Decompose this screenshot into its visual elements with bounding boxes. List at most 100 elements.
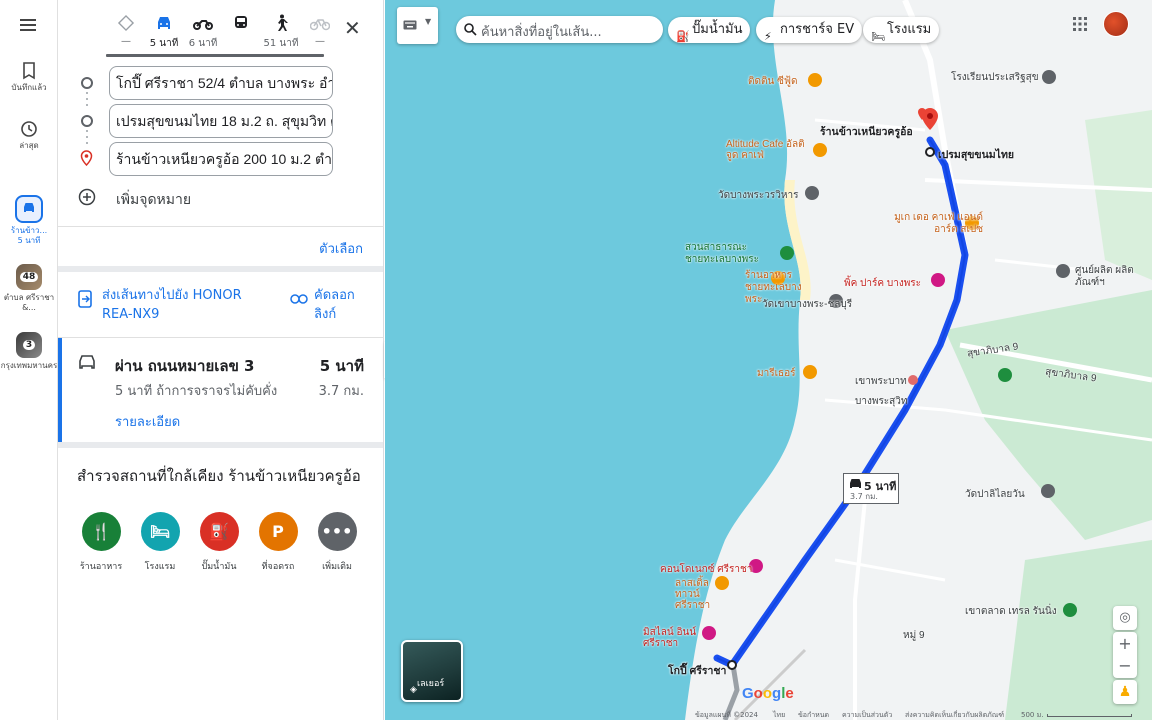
rail-item-label: ร้านข้าว... bbox=[10, 226, 48, 235]
destination-pin-icon bbox=[80, 150, 93, 166]
map-label-temple1[interactable]: วัดบางพระวรวิหาร bbox=[718, 188, 798, 203]
waypoint-input[interactable]: เปรมสุขขนมไทย 18 ม.2 ถ. สุขุมวิท ตำ bbox=[109, 104, 333, 138]
origin-marker[interactable] bbox=[727, 660, 737, 670]
chip-hotels[interactable]: 🛏 โรงแรม bbox=[863, 17, 940, 43]
map-label-mucafe[interactable]: มูเก เดอ คาเฟ่ แอนด์ อาร์ต สเปซ bbox=[883, 212, 983, 236]
explore-parking[interactable]: P ที่จอดรถ bbox=[248, 512, 308, 573]
layers-button[interactable]: ◈ เลเยอร์ bbox=[401, 640, 463, 702]
terms-link[interactable]: ข้อกำหนด bbox=[798, 710, 829, 720]
route-option[interactable]: ผ่าน ถนนหมายเลข 3 5 นาที 5 นาที ถ้าการจร… bbox=[58, 338, 383, 442]
rail-item-active-route[interactable]: ร้านข้าว... 5 นาที bbox=[0, 195, 58, 246]
parking-icon: P bbox=[258, 512, 298, 551]
send-to-phone-link[interactable]: ส่งเส้นทางไปยัง HONOR REA-NX9 bbox=[102, 286, 252, 324]
add-destination-button[interactable]: เพิ่มจุดหมาย bbox=[78, 188, 191, 210]
map-label-hotel[interactable]: มิสไลน์ อินน์ ศรีราชา bbox=[643, 627, 703, 649]
route-details-link[interactable]: รายละเอียด bbox=[115, 411, 180, 432]
car-icon bbox=[158, 17, 170, 29]
apps-button[interactable] bbox=[1072, 16, 1088, 36]
explore-hotels[interactable]: 🛏 โรงแรม bbox=[130, 512, 190, 573]
add-circle-icon bbox=[78, 188, 96, 206]
route-time-callout[interactable]: 5 นาที 3.7 กม. bbox=[843, 473, 899, 504]
route-distance: 3.7 กม. bbox=[318, 384, 364, 399]
section-divider bbox=[58, 266, 383, 272]
map-label-altitude[interactable]: Altitude Cafe อัลติจูด คาเฟ่ bbox=[726, 139, 816, 161]
rail-item-label: ตำบล ศรีราชา &... bbox=[3, 293, 55, 312]
recent-label: ล่าสุด bbox=[19, 141, 39, 150]
map-label-khaotalad[interactable]: เขาตลาด เทรล รันนิ่ง bbox=[965, 604, 1057, 619]
car-icon bbox=[850, 479, 861, 488]
scale-label[interactable]: 500 ม. bbox=[1021, 710, 1043, 720]
explore-more[interactable]: ••• เพิ่มเติม bbox=[307, 512, 367, 573]
map-label-castle[interactable]: ลาสเติ้ล ทาวน์ ศรีราชา bbox=[675, 578, 730, 611]
mode-best[interactable]: — bbox=[106, 12, 146, 47]
gas-station-icon: ⛽ bbox=[199, 512, 239, 551]
my-location-button[interactable]: ◎ bbox=[1113, 606, 1137, 630]
destination-row: ร้านข้าวเหนียวครูอ้อ 200 10 ม.2 ตำบล bbox=[58, 142, 383, 176]
rail-item-bangkok[interactable]: 3 กรุงเทพมหานคร bbox=[0, 332, 58, 371]
options-link[interactable]: ตัวเลือก bbox=[319, 238, 363, 259]
waypoint-marker[interactable] bbox=[925, 147, 935, 157]
street-view-button[interactable]: ♟ bbox=[1113, 680, 1137, 704]
waypoint-row: เปรมสุขขนมไทย 18 ม.2 ถ. สุขุมวิท ตำ bbox=[58, 104, 383, 138]
zoom-in-button[interactable]: + bbox=[1113, 632, 1137, 655]
hotel-icon: 🛏 bbox=[871, 30, 885, 43]
chip-ev-charging[interactable]: ⚡ การชาร์จ EV bbox=[756, 17, 863, 43]
map-label-pink-park[interactable]: พิ้ค ปาร์ค บางพระ bbox=[844, 276, 921, 291]
map-label-destination[interactable]: ร้านข้าวเหนียวครูอ้อ bbox=[820, 123, 913, 140]
mode-transit[interactable] bbox=[221, 12, 261, 36]
train-icon bbox=[235, 16, 247, 28]
map-label-temple3[interactable]: วัดปาลิไลยวัน bbox=[965, 487, 1025, 502]
input-tools-button[interactable]: ▼ bbox=[397, 7, 438, 44]
privacy-link[interactable]: ความเป็นส่วนตัว bbox=[842, 710, 892, 720]
travel-modes: — 5 นาที 6 นาที 51 นาที — bbox=[106, 12, 336, 57]
rail-item-sriracha[interactable]: 48 ตำบล ศรีราชา &... bbox=[0, 264, 58, 313]
apps-grid-icon bbox=[1073, 17, 1087, 31]
map-label-public-park[interactable]: สวนสาธารณะ ชายทะเลบางพระ bbox=[685, 242, 765, 266]
map-label-school[interactable]: โรงเรียนประเสริฐสุข bbox=[951, 70, 1039, 85]
mode-underline bbox=[106, 54, 324, 57]
mode-walk[interactable]: 51 นาที bbox=[261, 12, 301, 51]
section-divider bbox=[58, 442, 383, 448]
recent-button[interactable]: ล่าสุด bbox=[0, 120, 58, 151]
more-icon: ••• bbox=[317, 512, 357, 551]
pegman-icon: ♟ bbox=[1118, 684, 1132, 700]
map-footer: ข้อมูลแผนที่ ©2024 ไทย ข้อกำหนด ความเป็น… bbox=[695, 708, 1152, 720]
map-label-marine[interactable]: มารีเธอร์ bbox=[757, 366, 795, 381]
mode-motorcycle[interactable]: 6 นาที bbox=[183, 12, 223, 51]
search-placeholder: ค้นหาสิ่งที่อยู่ในเส้น... bbox=[481, 25, 602, 40]
explore-gas[interactable]: ⛽ ปั๊มน้ำมัน bbox=[189, 512, 249, 573]
map-label-temple2[interactable]: วัดเขาบางพระ-ชลบุรี bbox=[762, 297, 852, 312]
menu-button[interactable] bbox=[0, 18, 58, 35]
google-logo: Google bbox=[742, 685, 794, 702]
rail-item-time: 5 นาที bbox=[17, 236, 41, 245]
origin-input[interactable]: โกปี๊ ศรีราชา 52/4 ตำบล บางพระ อำเภ bbox=[109, 66, 333, 100]
place-thumbnail: 48 bbox=[16, 264, 42, 290]
bookmark-icon bbox=[23, 62, 35, 80]
destination-input[interactable]: ร้านข้าวเหนียวครูอ้อ 200 10 ม.2 ตำบล bbox=[109, 142, 333, 176]
map-search-box[interactable]: ค้นหาสิ่งที่อยู่ในเส้น... bbox=[456, 16, 663, 43]
plus-icon: + bbox=[1118, 634, 1132, 653]
close-directions-button[interactable]: ✕ bbox=[344, 16, 361, 40]
map-label-waypoint[interactable]: เปรมสุขขนมไทย bbox=[938, 146, 1014, 163]
map-label-condo[interactable]: คอนโดเนกซ์ ศรีราชา bbox=[660, 562, 752, 577]
account-avatar[interactable] bbox=[1103, 11, 1129, 37]
feedback-link[interactable]: ส่งความคิดเห็นเกี่ยวกับผลิตภัณฑ์ bbox=[905, 710, 1004, 720]
close-icon: ✕ bbox=[344, 16, 361, 40]
mode-car[interactable]: 5 นาที bbox=[144, 12, 184, 51]
map-label-origin[interactable]: โกปี๊ ศรีราชา bbox=[668, 662, 726, 679]
map-label-tidtin[interactable]: ติดติน ซีฟู้ด bbox=[748, 74, 797, 89]
chip-gas-stations[interactable]: ⛽ ปั๊มน้ำมัน bbox=[668, 17, 751, 43]
copy-link-button[interactable]: คัดลอกลิงก์ bbox=[314, 286, 374, 324]
language-link[interactable]: ไทย bbox=[773, 710, 785, 720]
menu-icon bbox=[20, 19, 36, 31]
zoom-out-button[interactable]: − bbox=[1113, 655, 1137, 678]
car-icon bbox=[24, 202, 34, 212]
explore-restaurants[interactable]: 🍴 ร้านอาหาร bbox=[71, 512, 131, 573]
saved-label: บันทึกแล้ว bbox=[11, 83, 47, 92]
diamond-direction-icon bbox=[117, 14, 135, 32]
map-canvas[interactable]: โรงเรียนประเสริฐสุข ร้านข้าวเหนียวครูอ้อ… bbox=[385, 0, 1152, 720]
mode-bicycle[interactable]: — bbox=[300, 12, 340, 47]
zoom-controls: + − bbox=[1113, 632, 1137, 678]
map-label-center[interactable]: ศูนย์ผลิต ผลิตภัณฑ์ฯ bbox=[1075, 265, 1145, 289]
saved-button[interactable]: บันทึกแล้ว bbox=[0, 62, 58, 93]
